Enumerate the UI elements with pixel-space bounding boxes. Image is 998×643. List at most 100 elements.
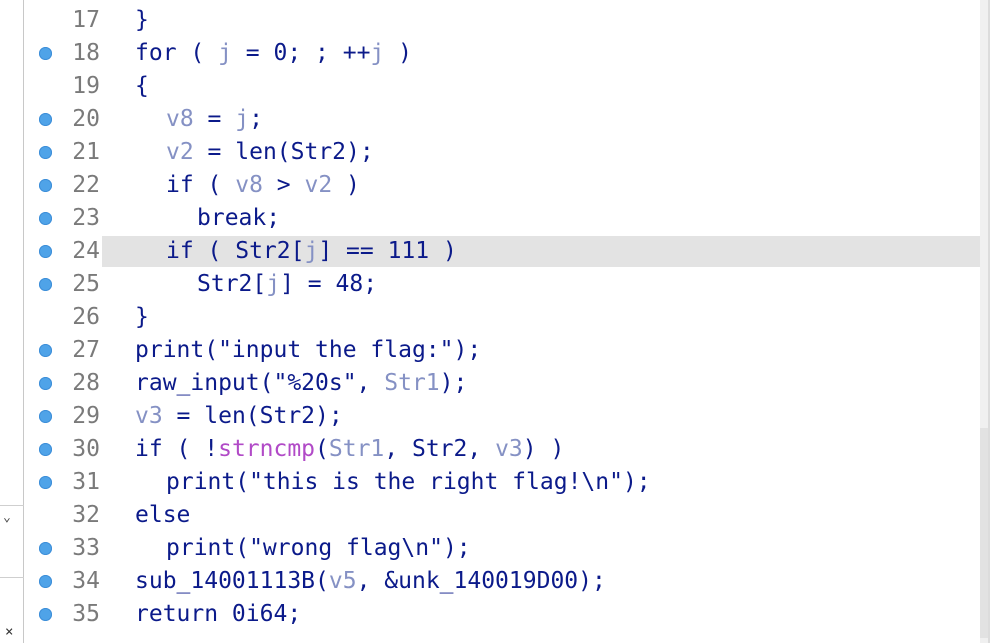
variable-token[interactable]: j — [235, 106, 249, 132]
code-token: else — [135, 502, 191, 528]
variable-token[interactable]: v2 — [305, 172, 333, 198]
variable-token[interactable]: j — [218, 40, 232, 66]
variable-token[interactable]: j — [266, 271, 280, 297]
line-number: 20 — [72, 106, 100, 132]
variable-token[interactable]: v8 — [166, 106, 194, 132]
breakpoint-dot-icon[interactable] — [39, 443, 52, 456]
code-token: raw_input("%20s", — [135, 370, 385, 396]
code-line[interactable]: 24 if ( Str2[j] == 111 ) — [28, 235, 988, 268]
code-token: > — [262, 172, 305, 198]
close-icon[interactable]: × — [5, 624, 13, 640]
breakpoint-dot-icon[interactable] — [39, 179, 52, 192]
code-line[interactable]: 34 sub_14001113B(v5, &unk_140019D00); — [28, 565, 988, 598]
code-text: raw_input("%20s", Str1); — [135, 367, 467, 400]
breakpoint-dot-icon[interactable] — [39, 245, 52, 258]
code-line[interactable]: 27 print("input the flag:"); — [28, 334, 988, 367]
code-token: ); — [439, 370, 468, 396]
line-number: 34 — [72, 568, 100, 594]
code-line[interactable]: 29 v3 = len(Str2); — [28, 400, 988, 433]
variable-token[interactable]: v3 — [135, 403, 163, 429]
code-line[interactable]: 20 v8 = j; — [28, 103, 988, 136]
breakpoint-dot-icon[interactable] — [39, 47, 52, 60]
vertical-scrollbar[interactable] — [980, 0, 988, 643]
code-token: , Str2, — [384, 436, 496, 462]
code-line[interactable]: 30 if ( !strncmp(Str1, Str2, v3) ) — [28, 433, 988, 466]
breakpoint-dot-icon[interactable] — [39, 575, 52, 588]
code-token: ) ) — [522, 436, 565, 462]
breakpoint-dot-icon[interactable] — [39, 146, 52, 159]
code-line[interactable]: 25 Str2[j] = 48; — [28, 268, 988, 301]
code-line[interactable]: 32 else — [28, 499, 988, 532]
code-line[interactable]: 17} — [28, 4, 988, 37]
breakpoint-dot-icon[interactable] — [39, 278, 52, 291]
breakpoint-dot-icon[interactable] — [39, 608, 52, 621]
function-token[interactable]: strncmp — [218, 436, 315, 462]
line-number: 21 — [72, 139, 100, 165]
code-token: print("this is the right flag!\n"); — [166, 469, 651, 495]
code-token: ( — [315, 436, 329, 462]
code-line[interactable]: 35 return 0i64; — [28, 598, 988, 631]
code-line[interactable]: 23 break; — [28, 202, 988, 235]
variable-token[interactable]: j — [304, 238, 318, 264]
code-text: if ( v8 > v2 ) — [166, 169, 360, 202]
line-number: 27 — [72, 337, 100, 363]
line-number: 32 — [72, 502, 100, 528]
breakpoint-dot-icon[interactable] — [39, 476, 52, 489]
code-text: return 0i64; — [135, 598, 301, 631]
breakpoint-dot-icon[interactable] — [39, 344, 52, 357]
code-line[interactable]: 26} — [28, 301, 988, 334]
code-token: print("wrong flag\n"); — [166, 535, 471, 561]
variable-token[interactable]: v3 — [495, 436, 523, 462]
code-line[interactable]: 28 raw_input("%20s", Str1); — [28, 367, 988, 400]
code-token: ] == 111 ) — [318, 238, 457, 264]
line-number: 26 — [72, 304, 100, 330]
code-token: if ( ! — [135, 436, 219, 462]
code-token: Str2[ — [197, 271, 267, 297]
code-line[interactable]: 18 for ( j = 0; ; ++j ) — [28, 37, 988, 70]
breakpoint-dot-icon[interactable] — [39, 542, 52, 555]
line-number: 33 — [72, 535, 100, 561]
line-number: 22 — [72, 172, 100, 198]
line-number: 23 — [72, 205, 100, 231]
variable-token[interactable]: v5 — [329, 568, 357, 594]
code-text: break; — [197, 202, 280, 235]
pseudocode-view[interactable]: 17} 18 for ( j = 0; ; ++j ) 19{ 20 v8 = j; 21 v… — [28, 0, 990, 643]
code-token: sub_14001113B( — [135, 568, 329, 594]
left-dock-panel: ⌄ × — [0, 0, 24, 643]
code-text: print("this is the right flag!\n"); — [166, 466, 651, 499]
variable-token[interactable]: j — [370, 40, 384, 66]
code-text: print("input the flag:"); — [135, 334, 481, 367]
code-line[interactable]: 19 { — [28, 70, 988, 103]
code-text: v8 = j; — [166, 103, 263, 136]
line-number: 17 — [72, 7, 100, 33]
code-text: sub_14001113B(v5, &unk_140019D00); — [135, 565, 606, 598]
code-token: , &unk_140019D00); — [356, 568, 606, 594]
code-text: else — [135, 499, 190, 532]
variable-token[interactable]: Str1 — [384, 370, 439, 396]
code-text: if ( !strncmp(Str1, Str2, v3) ) — [135, 433, 564, 466]
dock-divider — [0, 505, 24, 506]
code-token: ) — [384, 40, 412, 66]
code-line[interactable]: 21 v2 = len(Str2); — [28, 136, 988, 169]
breakpoint-dot-icon[interactable] — [39, 377, 52, 390]
variable-token[interactable]: v2 — [166, 139, 194, 165]
variable-token[interactable]: Str1 — [329, 436, 384, 462]
code-token: = len(Str2); — [162, 403, 343, 429]
code-token: break; — [197, 205, 281, 231]
code-token: ) — [332, 172, 360, 198]
code-token: return 0i64; — [135, 601, 302, 627]
chevron-down-icon[interactable]: ⌄ — [3, 510, 11, 525]
code-line[interactable]: 31 print("this is the right flag!\n"); — [28, 466, 988, 499]
code-token: for ( — [135, 40, 219, 66]
variable-token[interactable]: v8 — [235, 172, 263, 198]
breakpoint-dot-icon[interactable] — [39, 212, 52, 225]
code-token: ; — [249, 106, 263, 132]
code-line[interactable]: 22 if ( v8 > v2 ) — [28, 169, 988, 202]
line-number: 31 — [72, 469, 100, 495]
line-number: 30 — [72, 436, 100, 462]
breakpoint-dot-icon[interactable] — [39, 410, 52, 423]
code-line[interactable]: 33 print("wrong flag\n"); — [28, 532, 988, 565]
scrollbar-thumb[interactable] — [980, 428, 988, 638]
breakpoint-dot-icon[interactable] — [39, 113, 52, 126]
code-token: print("input the flag:"); — [135, 337, 482, 363]
